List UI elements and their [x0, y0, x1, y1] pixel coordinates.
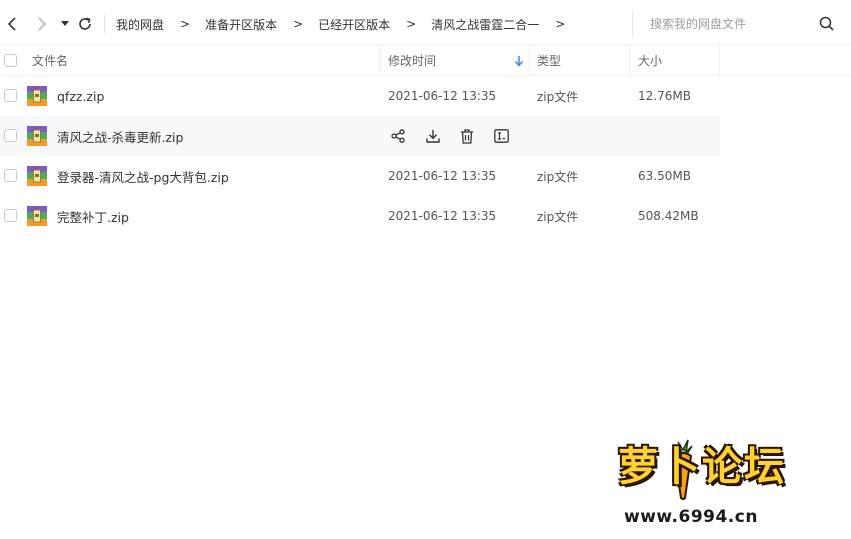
- history-dropdown-button[interactable]: [58, 8, 72, 40]
- breadcrumb-item-root[interactable]: 我的网盘: [116, 16, 164, 33]
- breadcrumb-separator: >: [406, 17, 417, 31]
- file-size: 508.42MB: [638, 209, 699, 223]
- breadcrumb-separator: >: [293, 17, 304, 31]
- file-name[interactable]: 清风之战-杀毒更新.zip: [57, 116, 183, 156]
- delete-icon: [461, 128, 473, 144]
- row-checkbox[interactable]: [4, 209, 17, 222]
- column-header-name[interactable]: 文件名: [32, 45, 68, 76]
- zip-file-icon: [27, 126, 47, 146]
- file-row-hovered[interactable]: 清风之战-杀毒更新.zip: [0, 116, 720, 156]
- file-type: zip文件: [537, 209, 579, 224]
- search-input[interactable]: [650, 11, 820, 37]
- file-modified: 2021-06-12 13:35: [388, 209, 497, 223]
- file-type: zip文件: [537, 169, 579, 184]
- file-row[interactable]: 完整补丁.zip 2021-06-12 13:35 zip文件 508.42MB: [0, 196, 720, 236]
- file-list-header: 文件名 修改时间 类型 大小: [0, 44, 851, 76]
- rename-icon: [494, 129, 509, 143]
- forward-button[interactable]: [32, 8, 52, 40]
- toolbar-divider: [104, 15, 105, 33]
- navigation-bar: 我的网盘 > 准备开区版本 > 已经开区版本 > 清风之战雷霆二合一 >: [0, 8, 851, 40]
- file-name[interactable]: 登录器-清风之战-pg大背包.zip: [57, 156, 229, 196]
- refresh-button[interactable]: [76, 8, 94, 40]
- column-divider[interactable]: [719, 45, 720, 76]
- file-row[interactable]: qfzz.zip 2021-06-12 13:35 zip文件 12.76MB: [0, 76, 720, 116]
- row-checkbox[interactable]: [4, 169, 17, 182]
- column-header-modified[interactable]: 修改时间: [388, 45, 436, 76]
- column-header-size[interactable]: 大小: [638, 45, 662, 76]
- watermark-url: www.6994.cn: [624, 507, 758, 527]
- column-divider[interactable]: [379, 45, 380, 76]
- file-name[interactable]: qfzz.zip: [57, 76, 104, 116]
- select-all-checkbox[interactable]: [4, 54, 17, 67]
- breadcrumb-item[interactable]: 准备开区版本: [205, 16, 277, 33]
- file-size: 12.76MB: [638, 89, 691, 103]
- file-modified: 2021-06-12 13:35: [388, 89, 497, 103]
- delete-button[interactable]: [457, 126, 477, 146]
- sort-descending-icon[interactable]: [514, 55, 524, 67]
- breadcrumb-item-current[interactable]: 清风之战雷霆二合一: [431, 16, 539, 33]
- breadcrumb-separator[interactable]: >: [555, 17, 565, 31]
- file-name[interactable]: 完整补丁.zip: [57, 196, 129, 236]
- share-icon: [391, 129, 405, 143]
- search-box: [632, 10, 844, 38]
- file-manager-window: 我的网盘 > 准备开区版本 > 已经开区版本 > 清风之战雷霆二合一 > 文件名…: [0, 0, 851, 539]
- file-size: 63.50MB: [638, 169, 691, 183]
- breadcrumb: 我的网盘 > 准备开区版本 > 已经开区版本 > 清风之战雷霆二合一 >: [116, 8, 580, 40]
- search-icon[interactable]: [819, 16, 834, 31]
- row-checkbox[interactable]: [4, 89, 17, 102]
- caret-down-icon: [61, 21, 69, 26]
- download-icon: [425, 130, 440, 143]
- column-divider[interactable]: [529, 45, 530, 76]
- chevron-left-icon: [7, 17, 16, 31]
- zip-file-icon: [27, 86, 47, 106]
- chevron-right-icon: [38, 17, 47, 31]
- back-button[interactable]: [2, 8, 22, 40]
- refresh-icon: [79, 17, 91, 30]
- rename-button[interactable]: [492, 126, 512, 146]
- share-button[interactable]: [388, 126, 408, 146]
- site-watermark-logo: 萝卜论坛 www.6994.cn: [598, 434, 838, 534]
- zip-file-icon: [27, 206, 47, 226]
- column-divider[interactable]: [629, 45, 630, 76]
- breadcrumb-item[interactable]: 已经开区版本: [318, 16, 390, 33]
- row-actions: [388, 126, 526, 146]
- breadcrumb-separator: >: [180, 17, 191, 31]
- row-checkbox[interactable]: [4, 129, 17, 142]
- file-modified: 2021-06-12 13:35: [388, 169, 497, 183]
- watermark-logo-text: 萝卜论坛: [618, 444, 786, 490]
- zip-file-icon: [27, 166, 47, 186]
- file-row[interactable]: 登录器-清风之战-pg大背包.zip 2021-06-12 13:35 zip文…: [0, 156, 720, 196]
- column-header-type[interactable]: 类型: [537, 45, 561, 76]
- file-type: zip文件: [537, 89, 579, 104]
- download-button[interactable]: [423, 126, 443, 146]
